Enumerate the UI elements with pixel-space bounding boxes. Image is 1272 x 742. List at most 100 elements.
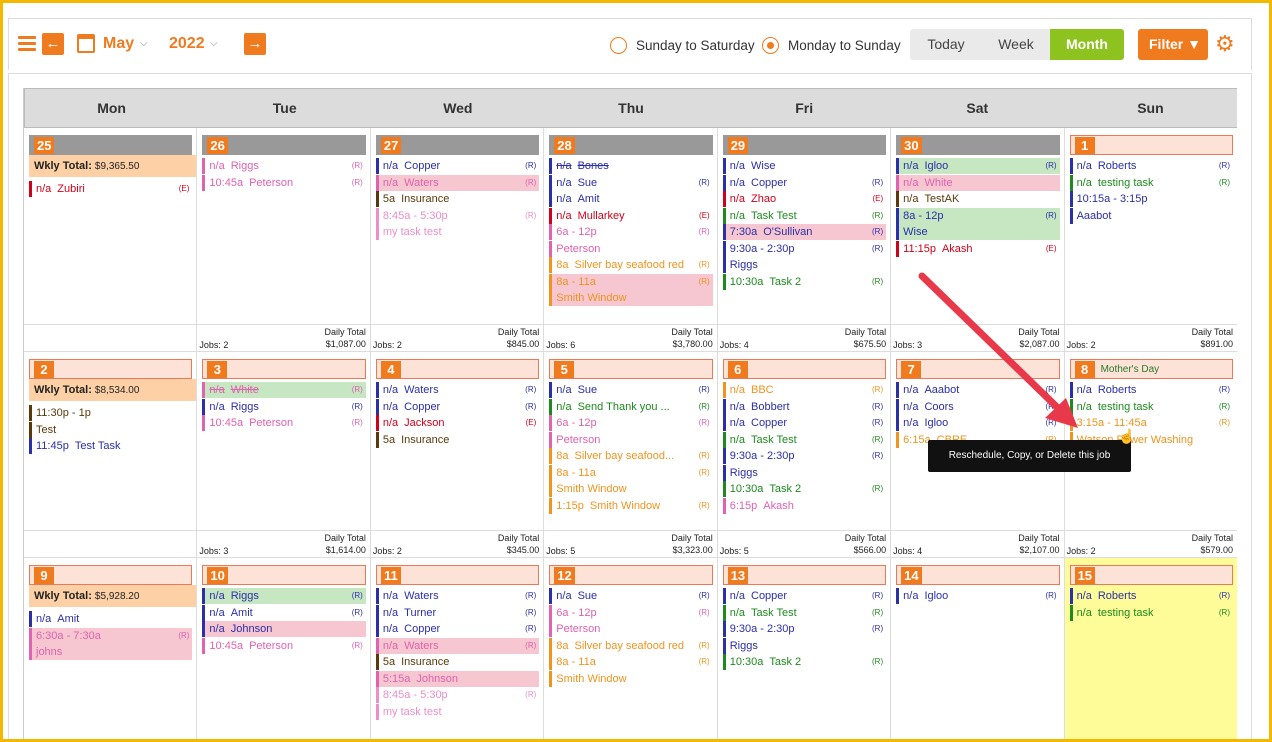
day-cell[interactable]: 15 n/a Roberts (R) n/a testing task (R) xyxy=(1064,558,1237,742)
job-item[interactable]: 8a - 11a (R) xyxy=(549,273,713,290)
job-item[interactable]: 7:30a O'Sullivan (R) xyxy=(722,224,887,240)
job-item[interactable]: Aaabot xyxy=(1069,207,1233,224)
job-item[interactable]: n/a Johnson xyxy=(202,621,366,637)
job-item[interactable]: n/a Zhao (E) xyxy=(722,191,886,207)
day-header[interactable]: 28 xyxy=(549,135,713,155)
day-number[interactable]: 15 xyxy=(1074,567,1096,584)
day-cell[interactable]: 4 n/a Waters (R) n/a Copper (R) n/a Jackson (E) 5a… xyxy=(370,352,545,558)
job-item[interactable]: n/a Riggs (R) xyxy=(202,588,366,604)
job-item[interactable]: n/a Copper (R) xyxy=(375,158,539,174)
job-item[interactable]: 11:30p - 1p xyxy=(29,405,192,421)
day-header[interactable]: 8 Mother's Day xyxy=(1069,359,1233,379)
job-item[interactable]: n/a Jackson (E) xyxy=(375,415,539,431)
job-item[interactable]: 6a - 12p (R) xyxy=(549,604,712,621)
job-item[interactable]: 5a Insurance xyxy=(375,191,539,207)
job-item[interactable]: n/a Task Test (R) xyxy=(722,604,886,621)
next-month-button[interactable]: → xyxy=(244,33,266,55)
day-header[interactable]: 12 xyxy=(549,565,713,585)
job-item[interactable]: Smith Window xyxy=(549,290,713,306)
job-item[interactable]: 10:45a Peterson (R) xyxy=(202,637,365,654)
job-item[interactable]: n/a Coors (R) xyxy=(896,398,1059,415)
job-item[interactable]: n/a Sue (R) xyxy=(549,382,712,398)
day-cell[interactable]: 14 n/a Igloo (R) xyxy=(891,558,1065,742)
day-cell[interactable]: 30 n/a Igloo (R) n/a White n/a TestAK 8a - 12p (R… xyxy=(891,128,1065,352)
job-item[interactable]: n/a Amit (R) xyxy=(202,604,365,621)
job-item[interactable]: n/a testing task (R) xyxy=(1069,398,1233,415)
job-item[interactable]: n/a Amit xyxy=(29,611,192,627)
day-number[interactable]: 14 xyxy=(901,567,922,584)
day-number[interactable]: 30 xyxy=(901,137,922,154)
job-item[interactable]: 10:15a - 3:15p xyxy=(1069,191,1233,207)
day-number[interactable]: 26 xyxy=(207,137,228,154)
job-item[interactable]: johns xyxy=(29,644,193,660)
job-item[interactable]: n/a Wise xyxy=(722,158,886,174)
job-item[interactable]: n/a White xyxy=(896,174,1060,191)
job-item[interactable]: n/a Waters (R) xyxy=(375,174,540,191)
day-number[interactable]: 9 xyxy=(34,567,54,584)
job-item[interactable]: n/a Sue (R) xyxy=(549,174,712,191)
day-number[interactable]: 25 xyxy=(34,137,55,154)
job-item[interactable]: n/a Igloo (R) xyxy=(896,415,1059,431)
job-item[interactable]: n/a Roberts (R) xyxy=(1069,588,1233,604)
day-header[interactable]: 1 xyxy=(1069,135,1233,155)
day-cell[interactable]: 28 n/a Bones n/a Sue (R) n/a Amit n/a Mullarkey (E… xyxy=(544,128,718,352)
day-number[interactable]: 28 xyxy=(554,137,575,154)
job-item[interactable]: 10:30a Task 2 (R) xyxy=(722,481,886,497)
month-button[interactable]: Month xyxy=(1050,29,1124,60)
radio-monday-to-sunday[interactable] xyxy=(762,37,779,54)
job-item[interactable]: 10:30a Task 2 (R) xyxy=(722,273,886,290)
job-item[interactable]: n/a Waters (R) xyxy=(375,382,539,398)
day-header[interactable]: 29 xyxy=(722,135,887,155)
job-item[interactable]: n/a Copper (R) xyxy=(722,588,886,604)
day-header[interactable]: 7 xyxy=(896,359,1060,379)
day-number[interactable]: 13 xyxy=(727,567,749,584)
job-item[interactable]: 11:15p Akash (E) xyxy=(896,240,1059,257)
day-number[interactable]: 6 xyxy=(727,361,748,378)
day-cell[interactable]: 1 n/a Roberts (R) n/a testing task (R) 10:15a -… xyxy=(1064,128,1237,352)
day-number[interactable]: 5 xyxy=(554,361,575,378)
day-header[interactable]: 30 xyxy=(896,135,1060,155)
job-item[interactable]: Smith Window xyxy=(549,670,712,687)
job-item[interactable]: n/a Igloo (R) xyxy=(896,588,1059,604)
job-item[interactable]: 5a Insurance xyxy=(375,654,539,670)
job-item[interactable]: 6:30a - 7:30a (R) xyxy=(29,627,193,644)
job-item[interactable]: Riggs xyxy=(722,464,886,481)
prev-month-button[interactable]: ← xyxy=(42,33,64,55)
day-number[interactable]: 29 xyxy=(727,137,749,154)
day-cell[interactable]: 10 n/a Riggs (R) n/a Amit (R) n/a Johnson 10:45a P… xyxy=(197,558,371,742)
job-item[interactable]: 3:15a - 11:45a (R) xyxy=(1069,415,1233,431)
day-number[interactable]: 10 xyxy=(207,567,228,584)
day-number[interactable]: 7 xyxy=(901,361,922,378)
job-item[interactable]: n/a Send Thank you ... (R) xyxy=(549,398,712,415)
day-number[interactable]: 27 xyxy=(380,137,402,154)
day-header[interactable]: 11 xyxy=(375,565,540,585)
day-number[interactable]: 3 xyxy=(207,361,228,378)
job-item[interactable]: 8a Silver bay seafood... (R) xyxy=(549,448,712,464)
day-number[interactable]: 4 xyxy=(380,361,401,378)
job-item[interactable]: n/a Copper (R) xyxy=(722,174,886,191)
job-item[interactable]: Riggs xyxy=(722,637,886,654)
job-item[interactable]: n/a Sue (R) xyxy=(549,588,712,604)
job-item[interactable]: 9:30a - 2:30p (R) xyxy=(722,621,886,637)
day-header[interactable]: 5 xyxy=(549,359,713,379)
job-item[interactable]: n/a TestAK xyxy=(896,191,1059,207)
job-item[interactable]: 8a - 12p (R) xyxy=(896,207,1060,224)
job-item[interactable]: n/a testing task (R) xyxy=(1069,604,1233,621)
day-cell[interactable]: 13 n/a Copper (R) n/a Task Test (R) 9:30a - 2:3… xyxy=(718,558,892,742)
today-button[interactable]: Today xyxy=(910,29,982,60)
job-item[interactable]: 8a Silver bay seafood red (R) xyxy=(549,257,712,273)
job-item[interactable]: Peterson xyxy=(549,240,712,257)
job-item[interactable]: 5:15a Johnson xyxy=(375,670,540,687)
job-item[interactable]: n/a Bones xyxy=(549,158,712,174)
job-item[interactable]: Peterson xyxy=(549,431,712,448)
day-header[interactable]: 2 xyxy=(29,359,193,379)
job-item[interactable]: n/a Copper (R) xyxy=(375,398,539,415)
day-header[interactable]: 6 xyxy=(722,359,887,379)
job-item[interactable]: n/a Bobbert (R) xyxy=(722,398,886,415)
job-item[interactable]: 8:45a - 5:30p (R) xyxy=(375,207,539,224)
job-item[interactable]: 8a - 11a (R) xyxy=(549,464,712,481)
job-item[interactable]: n/a Roberts (R) xyxy=(1069,382,1233,398)
job-item[interactable]: n/a Roberts (R) xyxy=(1069,158,1233,174)
job-item[interactable]: 9:30a - 2:30p (R) xyxy=(722,240,886,257)
job-item[interactable]: 10:30a Task 2 (R) xyxy=(722,654,886,670)
